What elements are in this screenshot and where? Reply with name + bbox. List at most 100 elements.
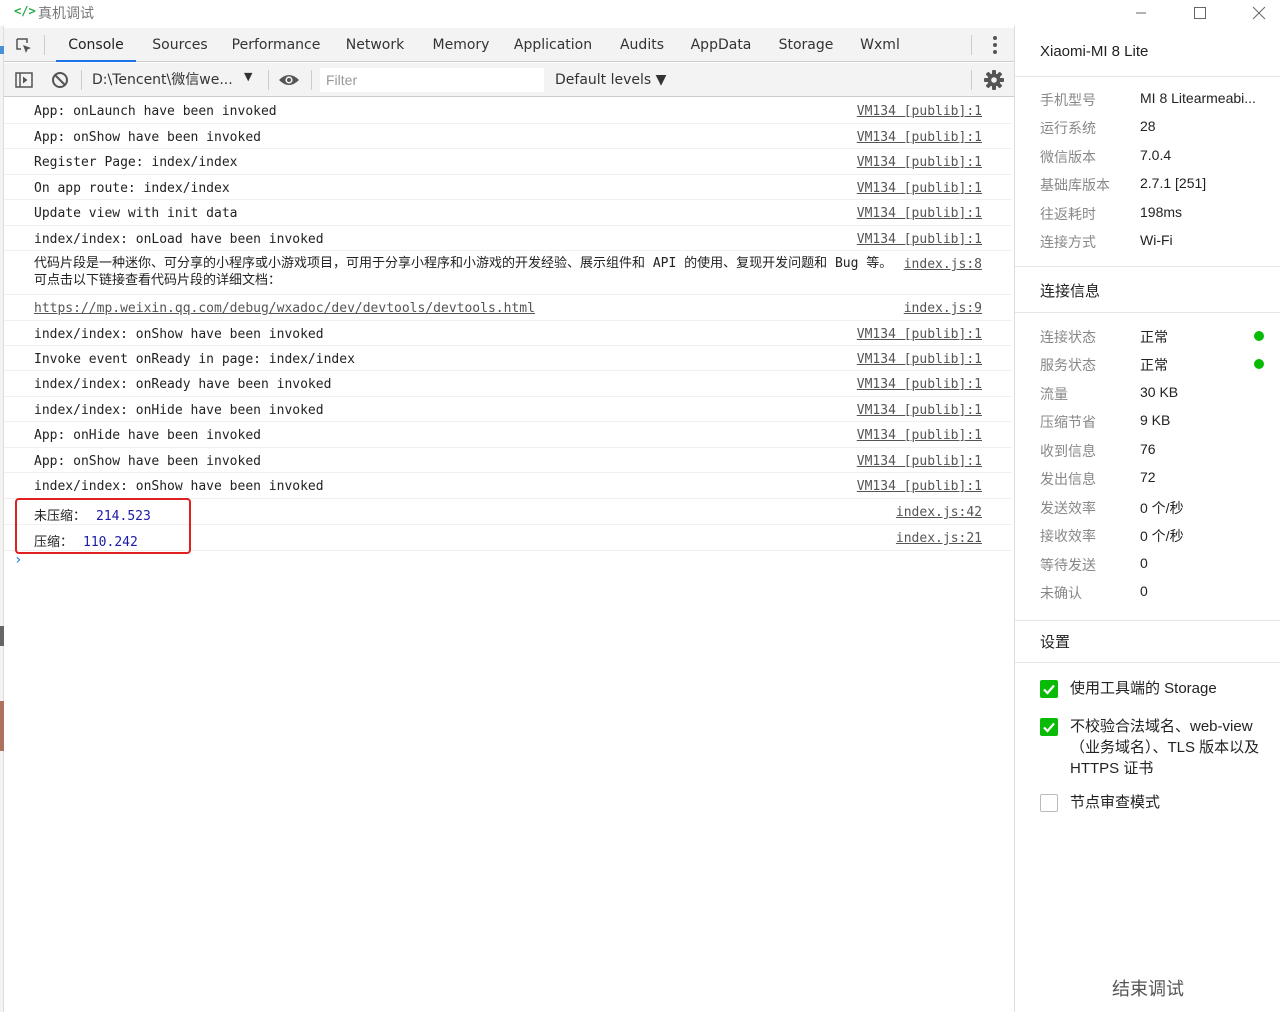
- info-value: 7.0.4: [1140, 147, 1172, 163]
- info-value: 0 个/秒: [1140, 528, 1184, 544]
- info-row: 连接状态 正常: [1040, 327, 1280, 351]
- setting-option[interactable]: 节点审查模式: [1040, 792, 1272, 816]
- info-row: 收到信息 76: [1040, 441, 1280, 465]
- info-label: 发出信息: [1040, 471, 1096, 487]
- context-selector[interactable]: D:\Tencent\微信we...: [92, 69, 233, 91]
- title-bar: </> 真机调试: [0, 0, 1280, 26]
- console-prompt[interactable]: ›: [14, 552, 22, 568]
- info-row: 运行系统 28: [1040, 118, 1280, 142]
- source-link[interactable]: VM134 [publib]:1: [857, 130, 982, 145]
- source-link[interactable]: VM134 [publib]:1: [857, 352, 982, 367]
- close-icon[interactable]: [1236, 0, 1280, 26]
- divider: [311, 70, 312, 90]
- console-message-text: index/index: onHide have been invoked: [34, 403, 324, 418]
- console-message-text: Register Page: index/index: [34, 155, 238, 170]
- source-link[interactable]: VM134 [publib]:1: [857, 479, 982, 494]
- log-levels-dropdown[interactable]: Default levels ▼: [555, 69, 666, 91]
- setting-label: 不校验合法域名、web-view（业务域名）、TLS 版本以及 HTTPS 证书: [1070, 718, 1260, 777]
- setting-option[interactable]: 使用工具端的 Storage: [1040, 678, 1272, 702]
- source-link[interactable]: VM134 [publib]:1: [857, 327, 982, 342]
- more-options-icon[interactable]: [984, 32, 1006, 58]
- source-link[interactable]: VM134 [publib]:1: [857, 206, 982, 221]
- info-value: 0: [1140, 583, 1148, 599]
- source-link[interactable]: VM134 [publib]:1: [857, 428, 982, 443]
- info-label: 运行系统: [1040, 120, 1096, 136]
- tab-sources[interactable]: Sources: [142, 28, 218, 62]
- source-link[interactable]: index.js:8: [904, 257, 982, 272]
- source-link[interactable]: index.js:9: [904, 301, 982, 316]
- info-label: 压缩节省: [1040, 414, 1096, 430]
- console-message-text: App: onShow have been invoked: [34, 130, 261, 145]
- end-debug-button[interactable]: 结束调试: [1015, 966, 1280, 1012]
- source-link[interactable]: VM134 [publib]:1: [857, 155, 982, 170]
- eye-icon[interactable]: [277, 68, 301, 92]
- source-link[interactable]: VM134 [publib]:1: [857, 454, 982, 469]
- console-message-text: 代码片段是一种迷你、可分享的小程序或小游戏项目，可用于分享小程序和小游戏的开发经…: [34, 256, 893, 288]
- tab-storage[interactable]: Storage: [770, 28, 842, 62]
- filter-input[interactable]: [320, 68, 544, 92]
- divider: [44, 35, 45, 55]
- info-label: 连接状态: [1040, 329, 1096, 345]
- docs-link[interactable]: https://mp.weixin.qq.com/debug/wxadoc/de…: [34, 301, 535, 316]
- source-link[interactable]: VM134 [publib]:1: [857, 377, 982, 392]
- chevron-down-icon[interactable]: ▼: [244, 70, 252, 83]
- info-label: 连接方式: [1040, 234, 1096, 250]
- info-row: 等待发送 0: [1040, 555, 1280, 579]
- code-icon: </>: [14, 4, 36, 18]
- highlight-box: [15, 498, 191, 554]
- console-message-text: index/index: onShow have been invoked: [34, 479, 324, 494]
- info-row: 发出信息 72: [1040, 469, 1280, 493]
- source-link[interactable]: index.js:21: [896, 531, 982, 546]
- checkbox-checked-icon[interactable]: [1040, 680, 1058, 698]
- console-message: index/index: onLoad have been invoked VM1…: [4, 226, 1012, 251]
- gear-icon[interactable]: [982, 68, 1006, 92]
- source-link[interactable]: VM134 [publib]:1: [857, 181, 982, 196]
- source-link[interactable]: index.js:42: [896, 505, 982, 520]
- info-label: 基础库版本: [1040, 177, 1110, 193]
- info-value: 76: [1140, 441, 1156, 457]
- source-link[interactable]: VM134 [publib]:1: [857, 232, 982, 247]
- info-value: Wi-Fi: [1140, 232, 1173, 248]
- console-message: Invoke event onReady in page: index/inde…: [4, 346, 1012, 371]
- device-info-panel: Xiaomi-MI 8 Lite 手机型号 MI 8 Litearmeabi...…: [1014, 26, 1280, 1012]
- console-message-text: index/index: onLoad have been invoked: [34, 232, 324, 247]
- info-row: 服务状态 正常: [1040, 355, 1280, 379]
- source-link[interactable]: VM134 [publib]:1: [857, 104, 982, 119]
- checkbox-unchecked-icon[interactable]: [1040, 794, 1058, 812]
- checkbox-checked-icon[interactable]: [1040, 718, 1058, 736]
- tab-audits[interactable]: Audits: [612, 28, 672, 62]
- divider: [1015, 312, 1280, 313]
- sidebar-toggle-icon[interactable]: [12, 68, 36, 92]
- tab-memory[interactable]: Memory: [421, 28, 501, 62]
- inspect-element-icon[interactable]: [10, 34, 38, 58]
- tab-console[interactable]: Console: [56, 28, 136, 62]
- settings-title: 设置: [1040, 634, 1071, 651]
- info-row: 基础库版本 2.7.1 [251]: [1040, 175, 1280, 199]
- info-row: 发送效率 0 个/秒: [1040, 498, 1280, 522]
- info-label: 未确认: [1040, 585, 1082, 601]
- maximize-icon[interactable]: [1177, 0, 1223, 26]
- clear-console-icon[interactable]: [48, 68, 72, 92]
- tab-appdata[interactable]: AppData: [683, 28, 759, 62]
- minimize-icon[interactable]: [1118, 0, 1164, 26]
- source-link[interactable]: VM134 [publib]:1: [857, 403, 982, 418]
- console-message-text: index/index: onShow have been invoked: [34, 327, 324, 342]
- setting-option[interactable]: 不校验合法域名、web-view（业务域名）、TLS 版本以及 HTTPS 证书: [1040, 716, 1272, 782]
- console-message: App: onShow have been invoked VM134 [publ…: [4, 448, 1012, 473]
- console-message-text: On app route: index/index: [34, 181, 230, 196]
- info-label: 等待发送: [1040, 557, 1096, 573]
- tab-network[interactable]: Network: [335, 28, 415, 62]
- tab-wxml[interactable]: Wxml: [850, 28, 910, 62]
- info-label: 微信版本: [1040, 149, 1096, 165]
- console-message-text: Invoke event onReady in page: index/inde…: [34, 352, 355, 367]
- tab-performance[interactable]: Performance: [224, 28, 328, 62]
- console-message: Register Page: index/index VM134 [publib]…: [4, 149, 1012, 175]
- divider: [1015, 266, 1280, 267]
- console-message: Update view with init data VM134 [publib]…: [4, 200, 1012, 226]
- device-name: Xiaomi-MI 8 Lite: [1040, 43, 1149, 60]
- info-label: 发送效率: [1040, 500, 1096, 516]
- console-message-text: Update view with init data: [34, 206, 238, 221]
- devtools-panel: Console Sources Performance Network Memory Ap…: [4, 28, 1014, 1012]
- tab-application[interactable]: Application: [507, 28, 599, 62]
- info-row: 压缩节省 9 KB: [1040, 412, 1280, 436]
